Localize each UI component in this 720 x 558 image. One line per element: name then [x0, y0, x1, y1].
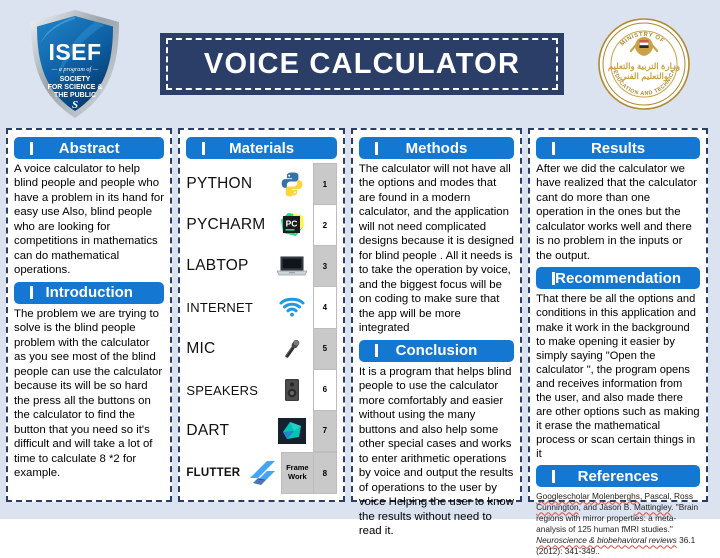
methods-text: The calculator will not have all the opt… — [358, 163, 514, 335]
citation-part: Molenberghs — [589, 491, 640, 502]
material-row: FLUTTER — [186, 452, 280, 494]
section-header-recommendation: Recommendation — [536, 267, 700, 290]
citation-part: Googlescholar — [536, 491, 590, 502]
svg-text:والتعليم الفني: والتعليم الفني — [620, 71, 668, 82]
citation-journal: Neuroscience & biobehavioral reviews — [536, 535, 677, 546]
citation-part: , and Jason B. — [578, 502, 634, 513]
citation-part: Mattingley — [633, 502, 672, 513]
conclusion-text: It is a program that helps blind people … — [358, 365, 514, 538]
microphone-icon — [275, 334, 309, 364]
material-row: PYTHON — [186, 163, 310, 204]
python-icon — [275, 169, 309, 199]
citation-part: Cunnington — [536, 502, 579, 513]
section-header-introduction: Introduction — [14, 281, 165, 304]
svg-text:ISEF: ISEF — [48, 39, 101, 65]
material-label-pycharm: PYCHARM — [186, 215, 266, 233]
section-header-methods: Methods — [358, 137, 515, 159]
material-number: 3 — [313, 246, 336, 288]
material-number: 2 — [313, 205, 336, 247]
svg-text:S: S — [72, 99, 78, 111]
column-abstract-introduction: Abstract A voice calculator to help blin… — [6, 128, 173, 502]
column-materials: Materials PYTHON PYCHARM PC LABTOP INTER… — [178, 128, 345, 502]
abstract-text: A voice calculator to help blind people … — [14, 163, 165, 277]
citation-part: , Pascal, Ross — [639, 491, 693, 502]
poster-header: ISEF — a program of — SOCIETY FOR SCIENC… — [0, 0, 714, 128]
material-number: 1 — [313, 164, 336, 206]
material-label-internet: INTERNET — [186, 299, 254, 315]
page-title: VOICE CALCULATOR — [203, 47, 521, 80]
material-number: 7 — [313, 410, 336, 452]
material-label-python: PYTHON — [186, 174, 253, 192]
materials-number-column: 1 2 3 4 5 6 7 — [312, 163, 337, 452]
ministry-logo: MINISTRY OF EDUCATION AND TECHNICAL EDUC… — [574, 12, 714, 112]
poster-root: ISEF — a program of — SOCIETY FOR SCIENC… — [0, 0, 720, 556]
material-row: SPEAKERS — [186, 369, 310, 410]
ministry-seal-icon: MINISTRY OF EDUCATION AND TECHNICAL EDUC… — [594, 12, 692, 112]
svg-text:PC: PC — [285, 218, 297, 228]
material-label-labtop: LABTOP — [186, 257, 249, 275]
section-title-conclusion: Conclusion — [395, 342, 478, 360]
section-header-references: References — [536, 465, 700, 488]
title-dashed-frame: VOICE CALCULATOR — [166, 38, 558, 90]
section-title-materials: Materials — [229, 139, 295, 157]
material-label-mic: MIC — [186, 339, 216, 357]
recommendation-text: That there be all the options and condit… — [536, 293, 700, 461]
section-title-methods: Methods — [405, 139, 468, 157]
svg-text:THE PUBLIC: THE PUBLIC — [54, 92, 96, 99]
section-title-introduction: Introduction — [45, 284, 133, 302]
material-row: PYCHARM PC — [186, 204, 310, 245]
material-row: MIC — [186, 328, 310, 369]
column-methods-conclusion: Methods The calculator will not have all… — [350, 128, 523, 537]
pycharm-icon: PC — [275, 210, 309, 240]
svg-text:FOR SCIENCE &: FOR SCIENCE & — [48, 84, 103, 91]
wifi-icon — [275, 292, 309, 322]
section-header-results: Results — [536, 137, 700, 159]
speaker-icon — [275, 375, 309, 405]
materials-framework-row: FLUTTER Frame Work 8 — [186, 452, 337, 494]
section-title-results: Results — [590, 139, 646, 157]
material-number: 5 — [313, 328, 336, 370]
column-results-references: Results After we did the calculator we h… — [528, 128, 708, 556]
section-title-references: References — [577, 467, 659, 485]
material-row: DART — [186, 411, 310, 452]
material-number: 6 — [313, 369, 336, 411]
materials-rows: PYTHON PYCHARM PC LABTOP INTERNET MIC SP… — [186, 163, 310, 452]
materials-table: PYTHON PYCHARM PC LABTOP INTERNET MIC SP… — [186, 163, 337, 452]
svg-text:— a program of —: — a program of — — [51, 66, 99, 73]
section-title-recommendation: Recommendation — [555, 269, 681, 287]
material-label-speakers: SPEAKERS — [186, 382, 259, 398]
framework-label: Frame Work — [280, 452, 313, 494]
flutter-icon — [245, 458, 279, 488]
laptop-icon — [275, 251, 309, 281]
section-header-abstract: Abstract — [14, 137, 165, 159]
section-header-conclusion: Conclusion — [358, 339, 515, 362]
isef-logo: ISEF — a program of — SOCIETY FOR SCIENC… — [0, 8, 150, 120]
results-text: After we did the calculator we have real… — [536, 163, 697, 262]
poster-columns: Abstract A voice calculator to help blin… — [0, 128, 714, 556]
material-label-flutter: FLUTTER — [186, 467, 241, 479]
introduction-text: The problem we are trying to solve is th… — [14, 307, 163, 480]
svg-text:SOCIETY: SOCIETY — [60, 76, 91, 83]
references-citation: Googlescholar Molenberghs, Pascal, Ross … — [536, 491, 700, 557]
section-title-abstract: Abstract — [58, 139, 120, 157]
material-label-dart: DART — [186, 422, 230, 440]
section-header-materials: Materials — [186, 137, 337, 159]
dart-icon — [275, 416, 309, 446]
isef-shield-icon: ISEF — a program of — SOCIETY FOR SCIENC… — [27, 8, 123, 120]
material-number: 4 — [313, 287, 336, 329]
material-row: INTERNET — [186, 287, 310, 328]
poster-title-banner: VOICE CALCULATOR — [160, 33, 564, 95]
material-row: LABTOP — [186, 246, 310, 287]
framework-number-column: 8 — [312, 452, 337, 494]
material-number: 8 — [313, 453, 336, 493]
